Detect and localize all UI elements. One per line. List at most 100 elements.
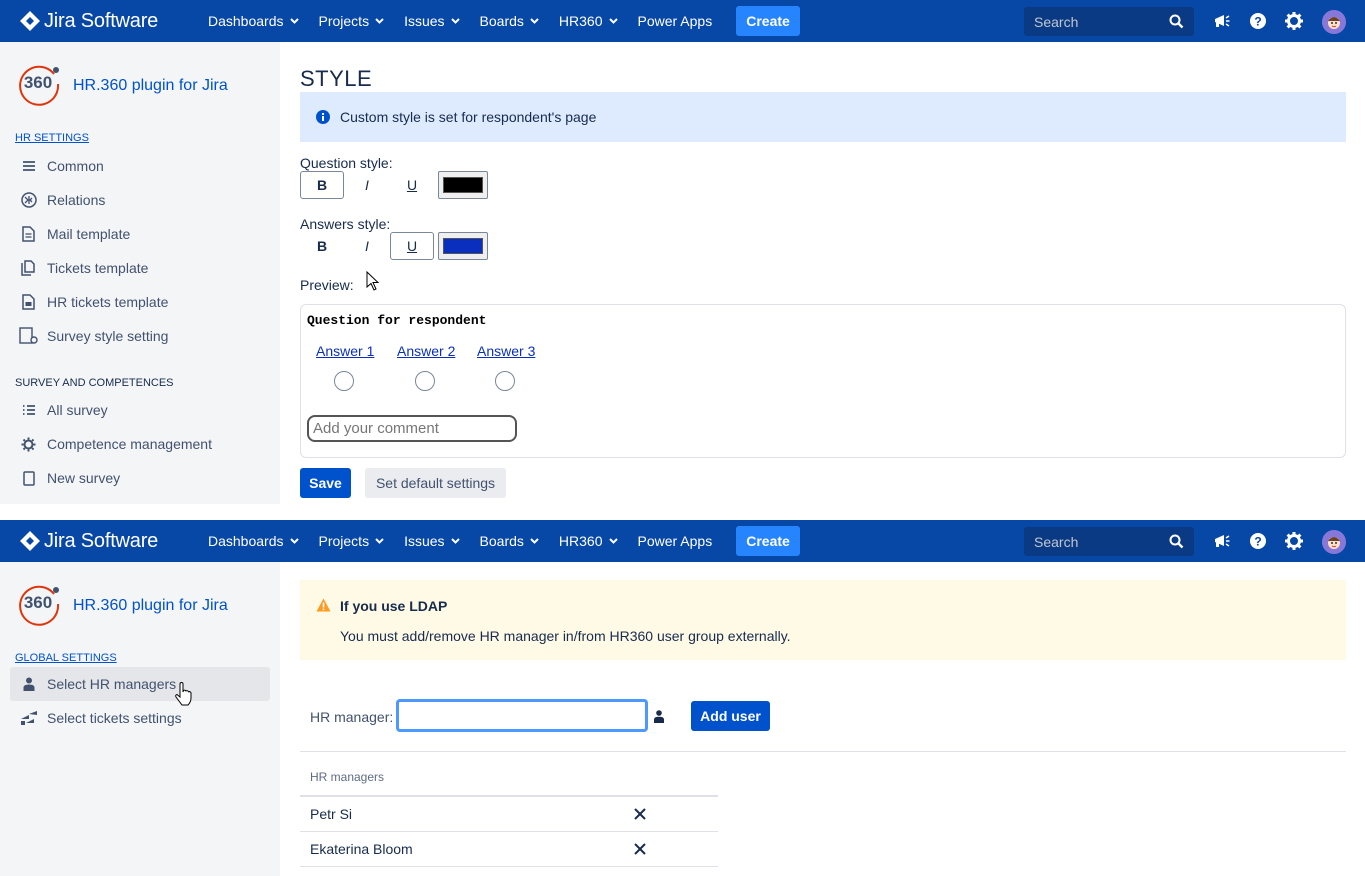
- jira-diamond-icon: [20, 11, 40, 31]
- blank-page-icon: [22, 470, 35, 486]
- sidebar: 360 HR.360 plugin for Jira GLOBAL SETTIN…: [0, 562, 280, 876]
- jira-logo[interactable]: Jira Software: [20, 10, 198, 33]
- preview-answer-2: Answer 2: [397, 343, 456, 359]
- question-bold-button[interactable]: B: [300, 171, 344, 199]
- sidebar-item-label: HR tickets template: [47, 294, 169, 310]
- set-default-settings-button[interactable]: Set default settings: [365, 468, 506, 498]
- menu-label: Boards: [479, 13, 524, 29]
- answers-italic-button[interactable]: I: [345, 232, 389, 260]
- menu-label: HR360: [558, 533, 603, 549]
- menu-boards[interactable]: Boards: [470, 0, 549, 42]
- menu-power-apps[interactable]: Power Apps: [628, 520, 723, 562]
- sidebar-item-label: Tickets template: [47, 260, 149, 276]
- sidebar-item-label: Relations: [47, 192, 106, 208]
- sidebar-item-hr-tickets-template[interactable]: HR tickets template: [10, 285, 270, 319]
- info-text: Custom style is set for respondent's pag…: [340, 109, 597, 125]
- avatar-face-icon: [1322, 530, 1346, 554]
- answers-color-picker[interactable]: [438, 232, 488, 260]
- chevron-down-icon: [450, 18, 460, 24]
- close-icon[interactable]: [634, 843, 646, 855]
- sidebar-item-all-survey[interactable]: All survey: [10, 393, 270, 427]
- style-settings-screen: Jira Software Dashboards Projects Issues…: [0, 0, 1365, 520]
- menu-dashboards[interactable]: Dashboards: [198, 0, 309, 42]
- question-underline-button[interactable]: U: [390, 171, 434, 199]
- hr360-logo-icon: 360: [19, 585, 60, 626]
- help-icon[interactable]: ?: [1249, 532, 1267, 550]
- save-button[interactable]: Save: [300, 468, 351, 498]
- search-input[interactable]: [1024, 13, 1164, 30]
- search-icon[interactable]: [1169, 14, 1184, 29]
- create-button[interactable]: Create: [736, 6, 800, 36]
- plugin-badge: 360: [24, 593, 52, 612]
- question-color-swatch: [443, 177, 483, 193]
- warning-text: You must add/remove HR manager in/from H…: [340, 628, 791, 644]
- sidebar-item-new-survey[interactable]: New survey: [10, 461, 270, 495]
- menu-hr360[interactable]: HR360: [549, 0, 628, 42]
- menu-dashboards[interactable]: Dashboards: [198, 520, 309, 562]
- sidebar-item-label: Mail template: [47, 226, 131, 242]
- preview-radio-2[interactable]: [415, 371, 435, 391]
- user-avatar[interactable]: [1322, 10, 1346, 34]
- add-user-button[interactable]: Add user: [691, 701, 770, 731]
- menu-label: Issues: [404, 533, 445, 549]
- main-menu: Dashboards Projects Issues Boards HR360 …: [198, 0, 800, 42]
- user-picker-icon[interactable]: [654, 710, 664, 723]
- sidebar-item-survey-style-setting[interactable]: Survey style setting: [10, 319, 270, 353]
- menu-projects[interactable]: Projects: [309, 0, 395, 42]
- sidebar-item-mail-template[interactable]: Mail template: [10, 217, 270, 251]
- sidebar-item-label: Survey style setting: [47, 328, 169, 344]
- answers-underline-button[interactable]: U: [390, 232, 434, 260]
- preview-radio-3[interactable]: [495, 371, 515, 391]
- sidebar-item-common[interactable]: Common: [10, 149, 270, 183]
- question-color-picker[interactable]: [438, 171, 488, 199]
- menu-power-apps[interactable]: Power Apps: [628, 0, 723, 42]
- user-avatar[interactable]: [1322, 530, 1346, 554]
- table-row: Ekaterina Bloom: [300, 832, 718, 867]
- gear-icon[interactable]: [1285, 12, 1303, 30]
- jira-logo[interactable]: Jira Software: [20, 530, 198, 553]
- menu-label: Dashboards: [208, 533, 284, 549]
- preview-answer-1: Answer 1: [316, 343, 375, 359]
- chevron-down-icon: [450, 538, 460, 544]
- close-icon[interactable]: [634, 808, 646, 820]
- plugin-header[interactable]: 360 HR.360 plugin for Jira: [16, 60, 228, 106]
- search-icon[interactable]: [1169, 534, 1184, 549]
- sidebar-item-label: Select HR managers: [47, 676, 177, 692]
- section-hr-settings[interactable]: HR SETTINGS: [15, 132, 89, 144]
- hr-manager-input[interactable]: [397, 700, 647, 731]
- menu-projects[interactable]: Projects: [309, 520, 395, 562]
- answers-bold-button[interactable]: B: [300, 232, 344, 260]
- preview-comment-input[interactable]: [307, 415, 517, 442]
- section-global-settings[interactable]: GLOBAL SETTINGS: [15, 652, 117, 664]
- sidebar-item-relations[interactable]: Relations: [10, 183, 270, 217]
- sidebar-item-tickets-template[interactable]: Tickets template: [10, 251, 270, 285]
- question-italic-button[interactable]: I: [345, 171, 389, 199]
- preview-radio-1[interactable]: [334, 371, 354, 391]
- logo-text: Jira Software: [44, 9, 159, 32]
- menu-label: Power Apps: [637, 13, 713, 29]
- chevron-down-icon: [530, 18, 539, 24]
- search-input[interactable]: [1024, 533, 1164, 550]
- menu-boards[interactable]: Boards: [470, 520, 549, 562]
- plugin-header[interactable]: 360 HR.360 plugin for Jira: [16, 580, 228, 626]
- help-icon[interactable]: ?: [1249, 12, 1267, 30]
- megaphone-icon[interactable]: [1213, 532, 1231, 550]
- gear-icon[interactable]: [1285, 532, 1303, 550]
- menu-hr360[interactable]: HR360: [549, 520, 628, 562]
- create-button[interactable]: Create: [736, 526, 800, 556]
- hr360-logo-icon: 360: [19, 65, 60, 106]
- menu-label: Boards: [479, 533, 524, 549]
- sidebar-item-select-hr-managers[interactable]: Select HR managers: [10, 667, 270, 701]
- megaphone-icon[interactable]: [1213, 12, 1231, 30]
- menu-label: Issues: [404, 13, 445, 29]
- sidebar-item-competence-management[interactable]: Competence management: [10, 427, 270, 461]
- info-banner: Custom style is set for respondent's pag…: [300, 92, 1346, 142]
- chevron-down-icon: [530, 538, 539, 544]
- plugin-name: HR.360 plugin for Jira: [73, 77, 228, 94]
- search-box: [1024, 527, 1194, 556]
- menu-issues[interactable]: Issues: [394, 0, 469, 42]
- sidebar-item-select-tickets-settings[interactable]: Select tickets settings: [10, 701, 270, 735]
- warning-banner: If you use LDAP You must add/remove HR m…: [300, 580, 1346, 660]
- sidebar-item-label: Common: [47, 158, 104, 174]
- menu-issues[interactable]: Issues: [394, 520, 469, 562]
